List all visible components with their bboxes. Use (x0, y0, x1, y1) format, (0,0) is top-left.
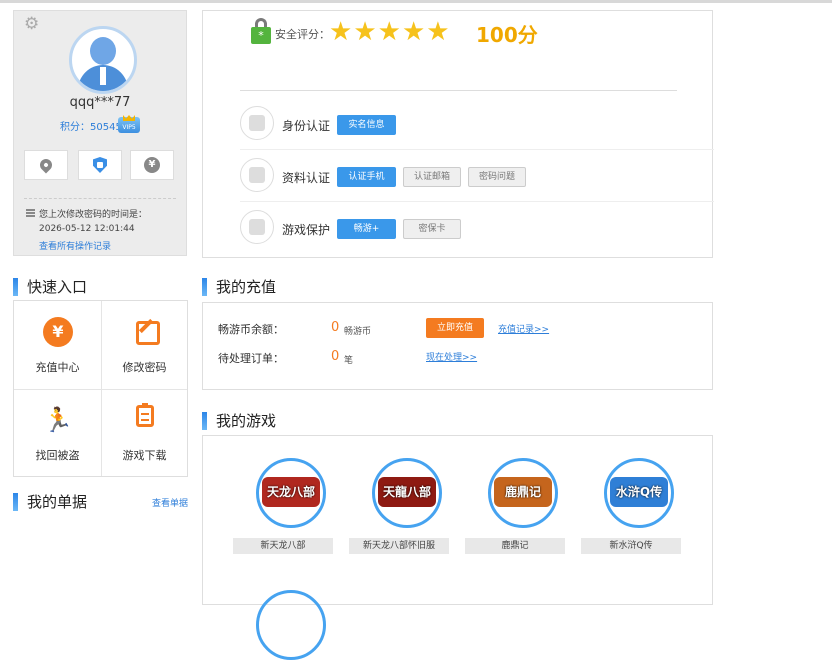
view-logs-link[interactable]: 查看所有操作记录 (39, 239, 111, 252)
row-label-profile: 资料认证 (282, 171, 331, 185)
runner-icon: 🏃 (43, 406, 73, 434)
id-verify-icon (240, 106, 274, 140)
quick-entry-label: 修改密码 (122, 361, 167, 374)
recharge-now-button[interactable]: 立即充值 (426, 318, 484, 338)
security-score-label: 安全评分： (275, 28, 330, 41)
game-card[interactable]: 鹿鼎记 鹿鼎记 (465, 458, 581, 568)
game-name: 鹿鼎记 (465, 538, 565, 554)
game-logo-text: 鹿鼎记 (504, 485, 541, 499)
section-title: 快速入口 (27, 278, 88, 296)
games-panel: 天龙八部 新天龙八部 天龍八部 新天龙八部怀旧服 鹿鼎记 鹿鼎记 水浒Q传 新水… (202, 435, 713, 660)
game-logo-text: 天龙八部 (266, 485, 315, 499)
game-name: 新水浒Q传 (581, 538, 681, 554)
star-icon: ★ (329, 17, 353, 47)
game-protect-icon (240, 210, 274, 244)
quick-entry-label: 找回被盗 (35, 449, 80, 462)
lock-icon: * (251, 18, 271, 44)
section-title: 我的游戏 (216, 412, 277, 430)
game-logo-text: 水浒Q传 (615, 485, 663, 499)
row-label-identity: 身份认证 (282, 119, 331, 133)
game-card[interactable]: 天龍八部 新天龙八部怀旧服 (349, 458, 465, 568)
quick-entry-change-password[interactable]: 修改密码 (101, 301, 188, 389)
location-button[interactable] (24, 150, 68, 180)
recharge-records-link[interactable]: 充值记录>> (498, 322, 549, 335)
quick-entry-recover[interactable]: 🏃 找回被盗 (14, 389, 101, 477)
view-orders-link[interactable]: 查看单据 (152, 496, 188, 509)
points-label: 积分：50545 (60, 122, 122, 133)
process-now-link[interactable]: 现在处理>> (426, 350, 477, 363)
recharge-header: 我的充值 (202, 276, 402, 296)
divider (240, 90, 677, 91)
security-panel: * 安全评分： ★ ★ ★ ★ ★ 100分 身份认证 实名信息 资料认证 认证… (202, 10, 714, 258)
pending-unit: 笔 (344, 356, 354, 366)
star-icon: ★ (401, 17, 426, 47)
quick-entry-label: 游戏下载 (122, 449, 167, 462)
divider (240, 201, 714, 202)
edit-icon (136, 321, 160, 345)
games-header: 我的游戏 (202, 410, 402, 430)
real-name-button[interactable]: 实名信息 (337, 115, 396, 135)
game-name: 新天龙八部 (233, 538, 333, 554)
yen-icon: ¥ (144, 157, 160, 173)
divider (24, 198, 176, 199)
username: qqq***77 (69, 95, 131, 110)
yen-circle-icon: ¥ (43, 317, 73, 347)
gear-icon[interactable]: ⚙ (24, 15, 42, 33)
star-icon: ★ (377, 17, 401, 47)
password-changed-label: 您上次修改密码的时间是： (39, 210, 148, 220)
game-logo: 天龙八部 (256, 458, 326, 528)
shield-icon (93, 157, 107, 173)
star-icon: ★ (426, 17, 450, 47)
section-title: 我的单据 (27, 493, 88, 511)
verify-phone-button[interactable]: 认证手机 (337, 167, 396, 187)
game-card[interactable]: 水浒Q传 新水浒Q传 (581, 458, 697, 568)
vip-badge-icon: VIP5 (118, 117, 140, 133)
quick-entry-label: 充值中心 (35, 361, 80, 374)
row-label-game-protect: 游戏保护 (282, 223, 331, 237)
quick-entry-recharge[interactable]: ¥ 充值中心 (14, 301, 101, 389)
game-logo[interactable] (256, 590, 326, 660)
recharge-panel: 畅游币余额： 0 畅游币 立即充值 充值记录>> 待处理订单： 0 笔 现在处理… (202, 302, 713, 390)
divider (240, 149, 714, 150)
profile-card: ⚙ qqq***77 积分：50545 VIP5 ¥ 您上次修改密码的时间是： … (13, 10, 187, 256)
verify-email-button[interactable]: 认证邮箱 (403, 167, 461, 187)
star-icon: ★ (353, 17, 377, 47)
pending-value: 0 (331, 349, 340, 364)
quick-entry-panel: ¥ 充值中心 修改密码 🏃 找回被盗 游戏下载 (13, 300, 188, 477)
password-changed-time: 2026-05-12 12:01:44 (39, 224, 135, 234)
security-card-button[interactable]: 密保卡 (403, 219, 461, 239)
quick-entry-download[interactable]: 游戏下载 (101, 389, 188, 477)
quick-entry-header: 快速入口 (13, 276, 188, 296)
game-name: 新天龙八部怀旧服 (349, 538, 449, 554)
balance-unit: 畅游币 (344, 327, 372, 337)
profile-verify-icon (240, 158, 274, 192)
balance-value: 0 (331, 320, 340, 335)
game-logo-text: 天龍八部 (382, 485, 431, 499)
game-logo: 鹿鼎记 (488, 458, 558, 528)
avatar[interactable] (69, 26, 137, 94)
game-logo: 水浒Q传 (604, 458, 674, 528)
security-question-button[interactable]: 密码问题 (468, 167, 526, 187)
changyou-plus-button[interactable]: 畅游+ (337, 219, 396, 239)
balance-label: 畅游币余额： (218, 323, 284, 336)
clipboard-icon (136, 403, 154, 427)
game-card[interactable]: 天龙八部 新天龙八部 (233, 458, 349, 568)
star-rating: ★ ★ ★ ★ ★ (329, 17, 450, 47)
list-icon (26, 209, 35, 217)
security-score: 100分 (476, 23, 538, 47)
section-title: 我的充值 (216, 278, 277, 296)
game-logo: 天龍八部 (372, 458, 442, 528)
pending-label: 待处理订单： (218, 352, 284, 365)
wallet-button[interactable]: ¥ (130, 150, 174, 180)
security-button[interactable] (78, 150, 122, 180)
top-border (0, 0, 832, 3)
location-pin-icon (37, 156, 55, 174)
